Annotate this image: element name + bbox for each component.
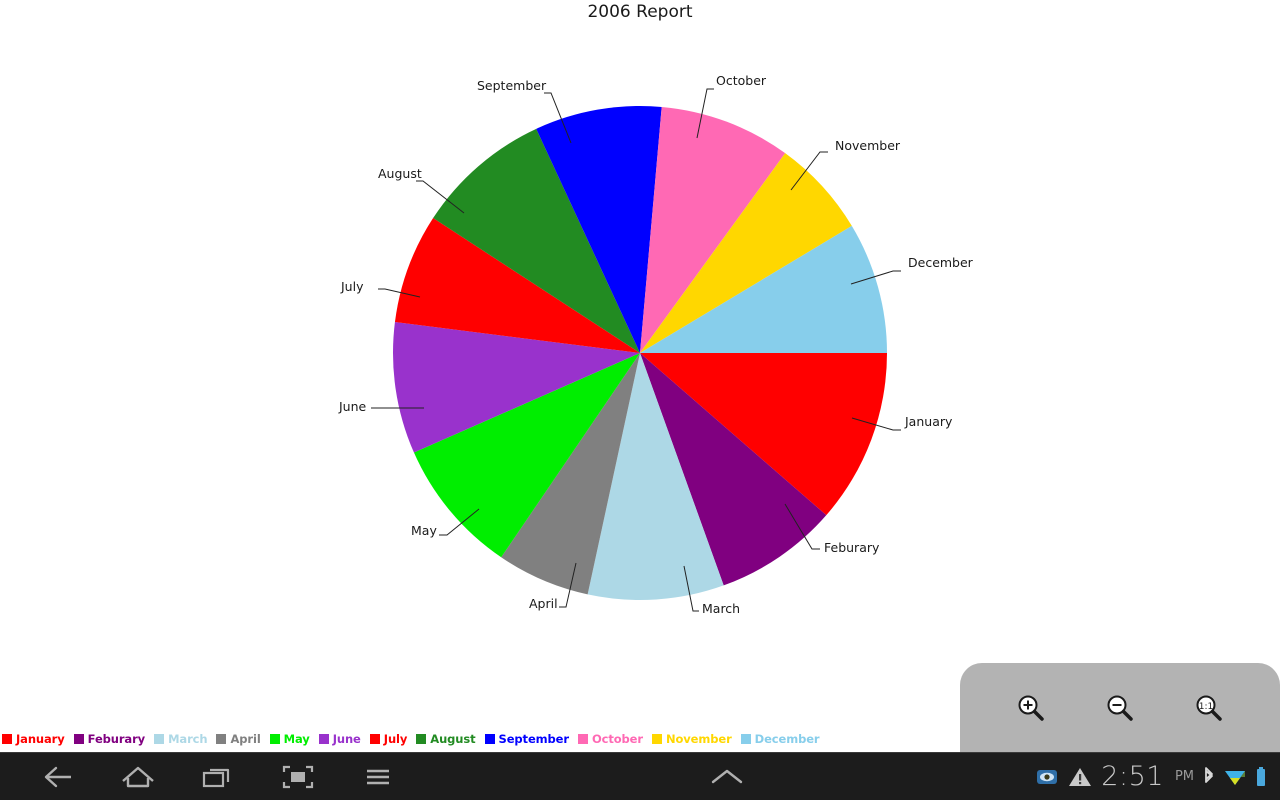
status-bar-clock: 2:51: [1101, 761, 1164, 792]
legend-label: October: [591, 732, 643, 746]
legend-item: May: [269, 732, 310, 746]
legend-swatch: [269, 734, 280, 744]
pie-slice-label: July: [341, 279, 364, 294]
zoom-actual-size-button[interactable]: 1:1: [1186, 685, 1232, 731]
legend-label: Feburary: [87, 732, 146, 746]
legend-item: June: [318, 732, 361, 746]
app-notification-icon: [1037, 769, 1058, 784]
pie-slice-label: December: [908, 255, 973, 270]
legend-swatch: [2, 734, 12, 744]
zoom-in-icon: [1018, 695, 1044, 721]
legend-item: January: [2, 732, 65, 746]
pie-slice-label: November: [835, 138, 901, 153]
status-bar-ampm: PM: [1174, 769, 1194, 784]
recent-apps-icon: [202, 768, 230, 787]
legend-label: September: [498, 732, 570, 746]
legend-label: July: [383, 732, 408, 746]
back-icon: [44, 766, 71, 787]
bluetooth-status-icon: [1202, 765, 1216, 789]
zoom-controls-panel: 1:1: [960, 663, 1280, 753]
wifi-status-icon: [1224, 765, 1246, 789]
legend-label: April: [230, 732, 261, 746]
menu-icon: [367, 769, 389, 784]
legend-item: April: [216, 732, 261, 746]
pie-slice-label: Feburary: [824, 540, 880, 555]
pie-slice-label: August: [378, 166, 422, 181]
battery-status-icon: [1254, 765, 1268, 789]
legend-swatch: [651, 734, 662, 744]
legend-swatch: [369, 734, 380, 744]
pie-slice-label: October: [716, 73, 767, 88]
legend-swatch: [484, 734, 495, 744]
pie-slice-label: April: [529, 596, 558, 611]
home-button[interactable]: [98, 753, 178, 800]
legend-item: November: [651, 732, 732, 746]
zoom-in-button[interactable]: [1008, 685, 1054, 731]
legend-label: March: [168, 732, 208, 746]
pie-chart[interactable]: [0, 0, 1280, 752]
recent-apps-button[interactable]: [178, 753, 258, 800]
legend-label: November: [665, 732, 732, 746]
screenshot-button[interactable]: [258, 753, 338, 800]
legend-swatch: [416, 734, 427, 744]
warning-status-icon: [1067, 765, 1093, 789]
zoom-out-icon: [1107, 695, 1133, 721]
pie-slice-label: January: [905, 414, 953, 429]
legend-item: August: [416, 732, 476, 746]
expand-up-icon: [711, 769, 742, 783]
legend-item: October: [577, 732, 643, 746]
home-icon: [122, 766, 154, 787]
chart-canvas[interactable]: 2006 Report January Feburary March April May…: [0, 0, 1280, 752]
back-button[interactable]: [18, 753, 98, 800]
legend-swatch: [318, 734, 329, 744]
legend-label: December: [754, 732, 820, 746]
app-notification-button[interactable]: [1035, 765, 1059, 789]
legend-label: August: [430, 732, 476, 746]
legend-swatch: [577, 734, 588, 744]
legend-item: September: [484, 732, 570, 746]
legend-label: June: [332, 732, 361, 746]
battery-icon: [1257, 766, 1265, 786]
pie-slice-group: [393, 105, 887, 601]
zoom-actual-size-icon: 1:1: [1196, 695, 1223, 721]
pie-slice-label: May: [411, 523, 437, 538]
warning-icon: [1069, 767, 1092, 786]
legend-item: December: [740, 732, 820, 746]
expand-notifications-button[interactable]: [687, 753, 767, 800]
bluetooth-icon: [1205, 766, 1213, 783]
legend-swatch: [73, 734, 84, 744]
wifi-icon: [1225, 770, 1245, 785]
legend-item: July: [369, 732, 408, 746]
legend-item: Feburary: [73, 732, 146, 746]
pie-slice-label: September: [477, 78, 547, 93]
screenshot-icon: [282, 765, 314, 788]
pie-slice-label: March: [702, 601, 741, 616]
legend-item: March: [154, 732, 208, 746]
pie-slice-label: June: [339, 399, 367, 414]
legend-label: May: [283, 732, 310, 746]
legend-label: January: [16, 732, 65, 746]
legend-swatch: [154, 734, 165, 744]
menu-button[interactable]: [338, 753, 418, 800]
android-navigation-bar: 2:51 PM: [0, 752, 1280, 800]
zoom-out-button[interactable]: [1097, 685, 1143, 731]
legend-swatch: [216, 734, 227, 744]
legend-swatch: [740, 734, 751, 744]
